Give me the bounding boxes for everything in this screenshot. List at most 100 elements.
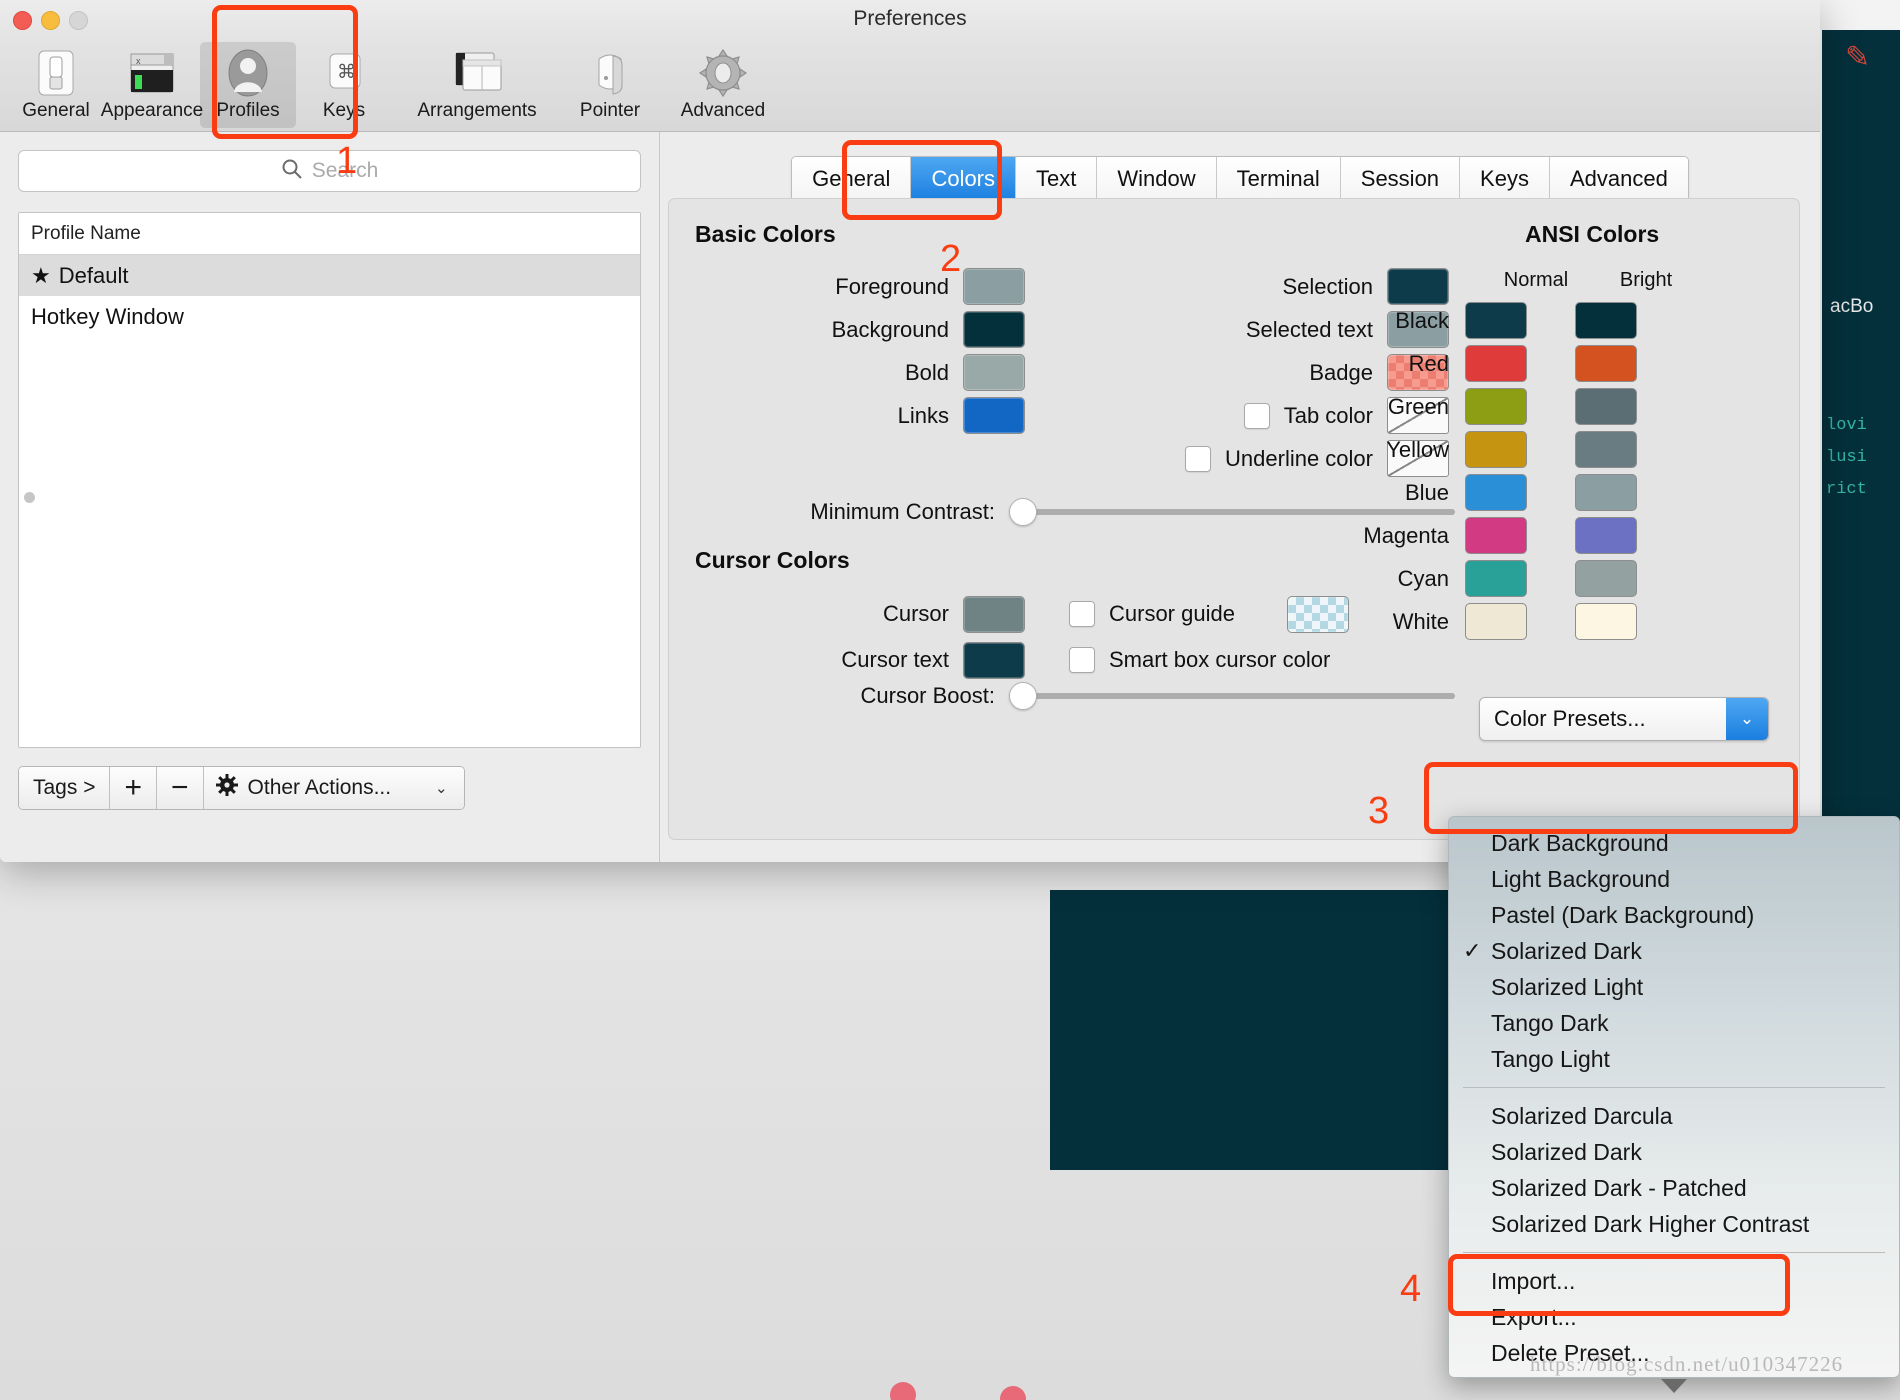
tab-keys[interactable]: Keys [1460,157,1550,201]
underline-color-checkbox[interactable] [1185,445,1212,472]
ansi-label-magenta: Magenta [1363,522,1449,548]
links-swatch[interactable] [963,397,1025,434]
ansi-column-bright-header: Bright [1619,269,1673,291]
smart-box-cursor-checkbox[interactable] [1069,647,1095,673]
ansi-bright-swatch-black[interactable] [1575,302,1637,339]
menu-item[interactable]: Light Background [1449,861,1899,897]
column-header-profile-name: Profile Name [19,213,640,255]
window-title: Preferences [853,7,967,30]
toolbar-item-pointer[interactable]: Pointer [562,42,658,128]
menu-item[interactable]: Solarized Dark [1449,1134,1899,1170]
window-titlebar: Preferences [0,0,1820,42]
bold-row[interactable]: Bold [695,351,1025,394]
ansi-normal-swatch-green[interactable] [1465,388,1527,425]
toolbar-item-general[interactable]: General [8,42,104,128]
desktop-code-line-1: lovi [1826,416,1867,435]
color-presets-menu[interactable]: Dark Background Light Background Pastel (D… [1448,816,1900,1393]
menu-item[interactable]: Solarized Darcula [1449,1098,1899,1134]
menu-item[interactable]: Tango Light [1449,1041,1899,1077]
ansi-normal-swatch-black[interactable] [1465,302,1527,339]
tab-terminal[interactable]: Terminal [1216,157,1341,201]
cursor-text-row[interactable]: Cursor text [695,637,1025,683]
menu-item[interactable]: Export... [1449,1299,1899,1335]
other-actions-button[interactable]: Other Actions... ⌄ [203,767,464,809]
menu-group-custom: Solarized Darcula Solarized Dark Solarized… [1449,1098,1899,1242]
cursor-colors-title: Cursor Colors [695,547,850,573]
cursor-text-label: Cursor text [841,647,949,672]
preferences-toolbar: General x Appearance Profiles ⌘ Keys Arr… [0,42,1820,132]
links-label: Links [897,402,949,428]
remove-profile-button[interactable]: − [157,767,204,809]
smart-box-cursor-row[interactable]: Smart box cursor color [1069,637,1449,683]
menu-item[interactable]: Pastel (Dark Background) [1449,897,1899,933]
menu-item-label: Tango Light [1491,1045,1610,1072]
cursor-swatch[interactable] [963,595,1025,633]
ansi-normal-swatch-blue[interactable] [1465,474,1527,511]
svg-text:x: x [136,56,141,66]
menu-item[interactable]: Import... [1449,1263,1899,1299]
tab-advanced[interactable]: Advanced [1549,157,1688,201]
ansi-normal-swatch-red[interactable] [1465,345,1527,382]
color-presets-button[interactable]: Color Presets... ⌄ [1479,697,1769,741]
profiles-sidebar: Search Profile Name ★ Default Hotkey Win… [0,132,660,862]
ansi-row-cyan: Cyan [1289,557,1709,600]
menu-item[interactable]: Dark Background [1449,825,1899,861]
foreground-row[interactable]: Foreground [695,265,1025,308]
menu-item[interactable]: Tango Dark [1449,1005,1899,1041]
ansi-bright-swatch-white[interactable] [1575,603,1637,640]
menu-item[interactable]: ✓ Solarized Dark [1449,933,1899,969]
ansi-bright-swatch-magenta[interactable] [1575,517,1637,554]
ansi-bright-swatch-blue[interactable] [1575,474,1637,511]
profile-name-label: Hotkey Window [31,303,184,329]
menu-item[interactable]: Solarized Light [1449,969,1899,1005]
bold-swatch[interactable] [963,354,1025,391]
tab-color-checkbox[interactable] [1243,402,1270,429]
cursor-boost-slider[interactable] [1009,682,1455,710]
add-profile-button[interactable]: + [110,767,157,809]
toolbar-item-profiles[interactable]: Profiles [200,42,296,128]
tab-session[interactable]: Session [1340,157,1461,201]
split-view-handle[interactable] [24,492,35,503]
ansi-normal-swatch-white[interactable] [1465,603,1527,640]
annotation-number-4: 4 [1400,1268,1422,1310]
ansi-bright-swatch-red[interactable] [1575,345,1637,382]
cursor-boost-row[interactable]: Cursor Boost: [695,682,1455,710]
search-input[interactable]: Search [18,150,641,192]
ansi-row-black: Black [1289,299,1709,342]
tab-text[interactable]: Text [1016,157,1098,201]
pointer-icon [587,46,633,100]
tab-colors[interactable]: Colors [911,157,1017,201]
cursor-row[interactable]: Cursor [695,591,1025,637]
menu-item-label: Solarized Dark [1491,1138,1642,1165]
tab-general[interactable]: General [792,157,912,201]
annotation-number-3: 3 [1368,790,1390,832]
profile-tabs: General Colors Text Window Terminal Sess… [791,156,1689,202]
cursor-text-swatch[interactable] [963,641,1025,679]
background-swatch[interactable] [963,311,1025,348]
toolbar-item-keys[interactable]: ⌘ Keys [296,42,392,128]
toolbar-item-appearance[interactable]: x Appearance [101,42,203,128]
menu-scroll-down-icon[interactable] [1661,1379,1687,1393]
ansi-normal-swatch-cyan[interactable] [1465,560,1527,597]
table-row[interactable]: Hotkey Window [19,296,640,337]
ansi-normal-swatch-magenta[interactable] [1465,517,1527,554]
slider-knob[interactable] [1009,498,1037,526]
foreground-swatch[interactable] [963,268,1025,305]
ansi-bright-swatch-yellow[interactable] [1575,431,1637,468]
table-row[interactable]: ★ Default [19,255,640,296]
toolbar-item-advanced[interactable]: Advanced [658,42,788,128]
ansi-bright-swatch-green[interactable] [1575,388,1637,425]
profiles-table[interactable]: Profile Name ★ Default Hotkey Window [18,212,641,748]
basic-colors-title: Basic Colors [695,221,836,247]
links-row[interactable]: Links [695,394,1025,437]
tab-window[interactable]: Window [1097,157,1217,201]
menu-item[interactable]: Solarized Dark Higher Contrast [1449,1206,1899,1242]
toolbar-item-arrangements[interactable]: Arrangements [392,42,562,128]
cursor-guide-checkbox[interactable] [1069,601,1095,627]
ansi-normal-swatch-yellow[interactable] [1465,431,1527,468]
menu-item[interactable]: Solarized Dark - Patched [1449,1170,1899,1206]
tags-button[interactable]: Tags > [19,767,111,809]
ansi-bright-swatch-cyan[interactable] [1575,560,1637,597]
slider-knob[interactable] [1009,682,1037,710]
background-row[interactable]: Background [695,308,1025,351]
